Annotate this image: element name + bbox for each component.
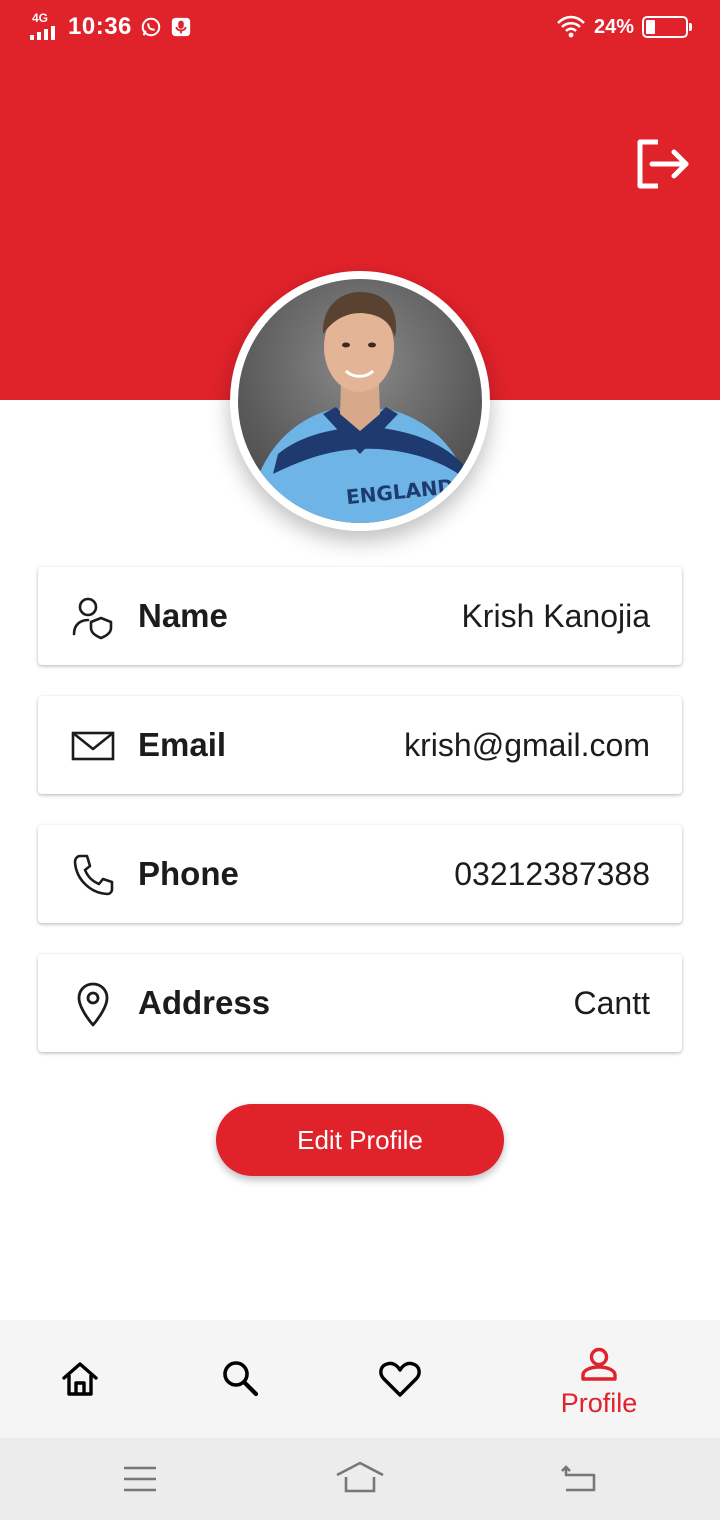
nav-profile-label: Profile [560,1388,638,1418]
nav-profile[interactable]: Profile [540,1320,658,1438]
menu-icon[interactable] [122,1465,158,1493]
email-label: Email [138,726,227,763]
wifi-icon [557,15,585,38]
phone-label: Phone [138,855,239,892]
email-value: krish@gmail.com [404,727,650,763]
mail-icon [71,731,115,761]
avatar[interactable]: ENGLAND [238,279,482,523]
logout-icon[interactable] [630,134,694,194]
nav-favorites[interactable] [360,1320,440,1438]
battery-icon [642,16,692,38]
address-label: Address [138,984,271,1021]
email-card: Email krish@gmail.com [38,696,682,794]
phone-card: Phone 03212387388 [38,825,682,923]
name-label: Name [138,597,228,634]
signal-icon: 4G [30,12,60,42]
heart-icon [379,1361,421,1397]
system-nav-bar [0,1438,720,1520]
home-outline-icon[interactable] [334,1460,386,1494]
location-pin-icon [77,982,109,1027]
phone-icon [73,854,114,896]
nav-home[interactable] [40,1320,120,1438]
status-bar-right: 24% [556,14,692,40]
address-card: Address Cantt [38,954,682,1052]
recorder-icon [171,17,191,37]
back-icon[interactable] [560,1463,598,1493]
person-icon [581,1347,617,1381]
address-value: Cantt [573,985,650,1021]
bottom-nav: Profile [0,1320,720,1438]
home-icon [62,1362,98,1396]
status-bar-left: 4G 10:36 [30,12,192,42]
user-shield-icon [72,597,113,640]
avatar-photo: ENGLAND [248,291,478,523]
search-icon [223,1361,259,1397]
phone-value: 03212387388 [454,856,650,892]
status-bar: 4G 10:36 24% [0,0,720,58]
battery-percent: 24% [593,15,634,38]
edit-profile-button[interactable]: Edit Profile [216,1104,504,1176]
name-card: Name Krish Kanojia [38,567,682,665]
status-time: 10:36 [68,13,132,40]
whatsapp-icon [141,17,161,37]
nav-search[interactable] [200,1320,280,1438]
name-value: Krish Kanojia [461,598,650,634]
avatar-ring: ENGLAND [230,271,490,531]
